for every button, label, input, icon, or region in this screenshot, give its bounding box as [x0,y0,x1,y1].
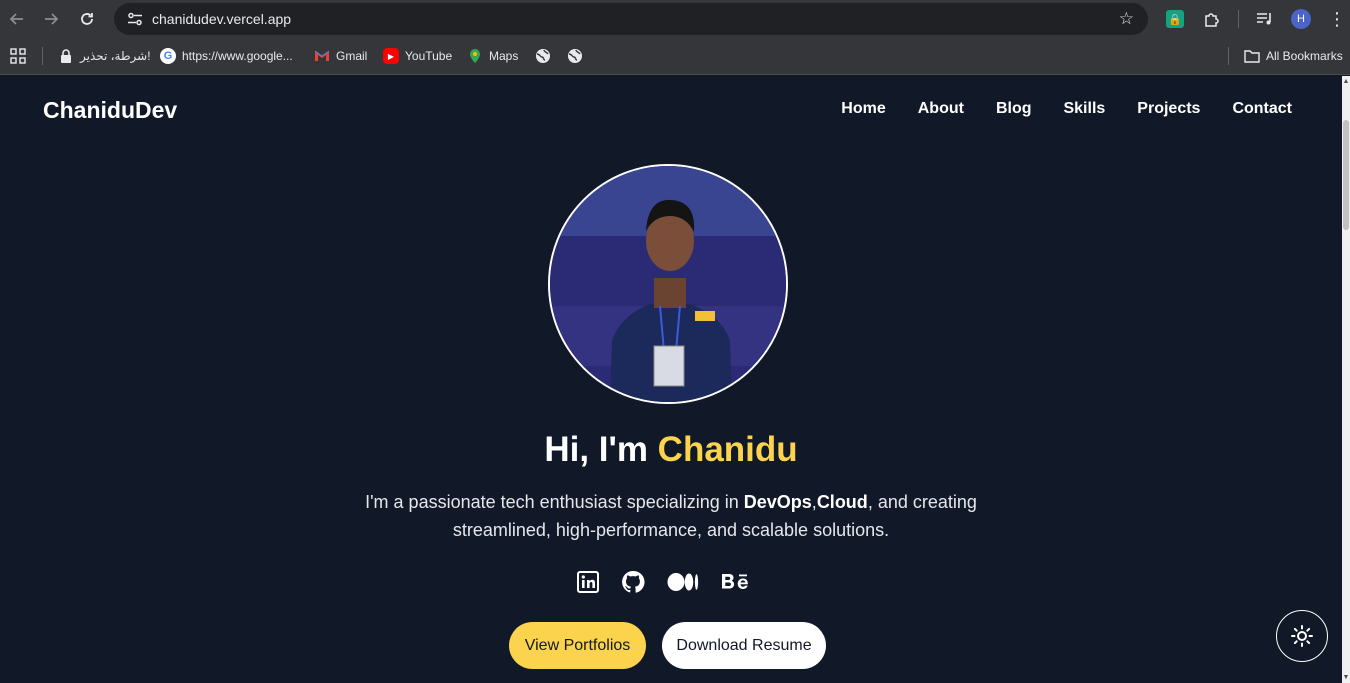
nav-about[interactable]: About [918,100,964,118]
nav-home[interactable]: Home [841,100,885,118]
bookmark-label: شرطة، تحذير! [80,49,151,63]
profile-photo [548,164,788,404]
hero-greeting: Hi, I'm [544,430,658,469]
back-button[interactable] [0,2,34,36]
hero-bold-cloud: Cloud [816,492,868,512]
bookmark-item[interactable]: Maps [467,43,518,69]
hero-bold-devops: DevOps [743,492,812,512]
view-portfolios-button[interactable]: View Portfolios [509,622,646,669]
scroll-down-icon[interactable]: ▼ [1342,674,1350,681]
profile-avatar[interactable]: H [1291,9,1311,29]
web-page: ChaniduDev Home About Blog Skills Projec… [0,76,1342,683]
medium-icon[interactable] [667,568,699,596]
bookmarks-divider [1228,47,1229,65]
browser-toolbar: chanidudev.vercel.app ☆ 🔒 H ⋮ [0,0,1350,38]
bookmark-item[interactable]: Gmail [314,43,367,69]
bookmark-label: YouTube [405,49,453,63]
extensions-puzzle-icon[interactable] [1200,7,1224,31]
globe-bookmark-icon[interactable] [567,43,583,69]
toolbar-divider [1238,10,1239,28]
site-logo[interactable]: ChaniduDev [43,97,177,124]
bookmark-label: Gmail [336,49,368,63]
site-settings-icon[interactable] [120,12,150,26]
address-bar[interactable]: chanidudev.vercel.app ☆ [114,3,1148,35]
nav-contact[interactable]: Contact [1232,100,1292,118]
page-scrollbar[interactable]: ▲ ▼ [1342,76,1350,683]
github-icon[interactable] [621,568,645,596]
forward-button[interactable] [34,2,68,36]
sun-icon [1291,625,1313,647]
globe-bookmark-icon[interactable] [535,43,551,69]
hero-text-part: I'm a passionate tech enthusiast special… [365,492,744,512]
bookmark-item[interactable]: G https://www.google... [160,43,293,69]
bookmarks-bar: شرطة، تحذير! G https://www.google... Gma… [0,38,1350,75]
hero-name: Chanidu [657,430,798,469]
scroll-up-icon[interactable]: ▲ [1342,78,1350,85]
hero-description: I'm a passionate tech enthusiast special… [0,488,1342,544]
maps-icon [467,48,483,64]
all-bookmarks-button[interactable]: All Bookmarks [1244,43,1343,69]
gmail-icon [314,48,330,64]
bookmark-label: https://www.google... [182,49,293,63]
hero-text-part: streamlined, high-performance, and scala… [452,520,890,540]
nav-projects[interactable]: Projects [1137,100,1200,118]
hero-title: Hi, I'm Chanidu [0,430,1342,470]
reload-button[interactable] [70,2,104,36]
bookmarks-divider [42,47,43,65]
all-bookmarks-label: All Bookmarks [1266,49,1343,63]
folder-icon [1244,48,1260,64]
nav-skills[interactable]: Skills [1063,100,1105,118]
google-icon: G [160,48,176,64]
linkedin-icon[interactable] [577,568,599,596]
arrow-left-icon [9,13,23,25]
bookmark-item[interactable]: ▶ YouTube [383,43,452,69]
hero-text-part: , and creating [867,492,977,512]
media-control-icon[interactable] [1253,7,1277,31]
url-text[interactable]: chanidudev.vercel.app [152,11,291,27]
bookmark-star-icon[interactable]: ☆ [1119,9,1134,29]
behance-icon[interactable] [721,568,751,596]
main-nav: Home About Blog Skills Projects Contact [841,100,1292,118]
download-resume-button[interactable]: Download Resume [662,622,826,669]
browser-menu-icon[interactable]: ⋮ [1327,7,1347,31]
arrow-right-icon [45,13,59,25]
youtube-icon: ▶ [383,48,399,64]
lock-icon [58,48,74,64]
nav-blog[interactable]: Blog [996,100,1032,118]
reload-icon [81,13,93,25]
theme-toggle-button[interactable] [1276,610,1328,662]
apps-grid-icon[interactable] [10,43,26,69]
bookmark-item[interactable]: شرطة، تحذير! [58,43,151,69]
bookmark-label: Maps [489,49,519,63]
extension-lock-icon[interactable]: 🔒 [1166,10,1184,28]
scrollbar-thumb[interactable] [1343,120,1349,230]
social-links [577,568,751,596]
